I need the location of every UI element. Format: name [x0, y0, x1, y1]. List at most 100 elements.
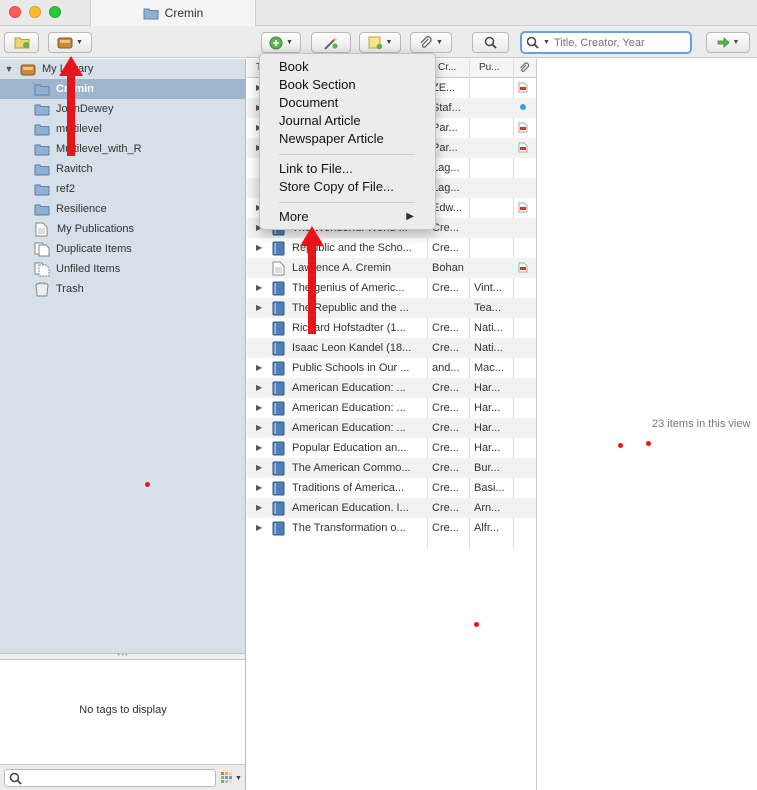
window-title: Cremin: [164, 6, 204, 20]
column-header-publisher[interactable]: Pu...: [479, 62, 500, 73]
item-creator: Cre...: [432, 442, 459, 454]
search-mode-dropdown[interactable]: ▼: [543, 39, 550, 46]
item-publisher: Bur...: [474, 462, 500, 474]
table-row[interactable]: ▶ The American Commo... Cre... Bur...: [247, 458, 536, 478]
table-row[interactable]: Richard Hofstadter (1... Cre... Nati...: [247, 318, 536, 338]
expand-triangle-icon[interactable]: ▶: [256, 283, 262, 292]
close-window-button[interactable]: [9, 6, 21, 18]
item-count-message: 23 items in this view: [652, 418, 751, 430]
annotation-dot: [145, 482, 150, 487]
sidebar-item-my-library[interactable]: ▼ My Library: [0, 59, 245, 79]
disclosure-triangle-icon[interactable]: ▼: [4, 64, 14, 74]
book-icon: [272, 501, 285, 516]
sidebar-item-my-publications[interactable]: My Publications: [0, 219, 245, 239]
item-title: Popular Education an...: [292, 442, 407, 454]
table-row[interactable]: ▶ American Education: ... Cre... Har...: [247, 378, 536, 398]
menu-item-more[interactable]: More ▶: [260, 208, 435, 226]
new-collection-button[interactable]: [4, 32, 39, 53]
item-creator: ZE...: [432, 82, 456, 94]
sidebar-item-resilience[interactable]: Resilience: [0, 199, 245, 219]
menu-item-journal-article[interactable]: Journal Article: [260, 112, 435, 130]
item-creator: Cre...: [432, 422, 459, 434]
table-row[interactable]: Lawrence A. Cremin Bohan: [247, 258, 536, 278]
sidebar-item-ravitch[interactable]: Ravitch: [0, 159, 245, 179]
new-note-button[interactable]: ▼: [359, 32, 401, 53]
expand-triangle-icon[interactable]: ▶: [256, 403, 262, 412]
menu-item-store-copy-of-file[interactable]: Store Copy of File...: [260, 178, 435, 196]
pdf-attachment-icon[interactable]: [518, 82, 528, 93]
magnifier-icon: [484, 36, 497, 49]
sidebar-item-label: Duplicate Items: [56, 243, 132, 255]
search-box[interactable]: ▼: [520, 31, 692, 54]
table-row[interactable]: ▶ American Education: ... Cre... Har...: [247, 418, 536, 438]
item-creator: Cre...: [432, 322, 459, 334]
sidebar-item-cremin[interactable]: Cremin: [0, 79, 245, 99]
table-row[interactable]: ▶ The genius of Americ... Cre... Vint...: [247, 278, 536, 298]
column-header-creator[interactable]: Cr...: [438, 62, 456, 73]
expand-triangle-icon[interactable]: ▶: [256, 423, 262, 432]
item-publisher: Har...: [474, 382, 501, 394]
menu-item-book-section[interactable]: Book Section: [260, 76, 435, 94]
expand-triangle-icon[interactable]: ▶: [256, 523, 262, 532]
new-item-button[interactable]: ▼: [261, 32, 301, 53]
table-row[interactable]: Isaac Leon Kandel (18... Cre... Nati...: [247, 338, 536, 358]
table-row[interactable]: ▶ The Republic and the ... Tea...: [247, 298, 536, 318]
expand-triangle-icon[interactable]: ▶: [256, 503, 262, 512]
add-attachment-button[interactable]: ▼: [410, 32, 452, 53]
chevron-down-icon: ▼: [76, 39, 83, 46]
pane-splitter[interactable]: • • •: [0, 653, 246, 660]
expand-triangle-icon[interactable]: ▶: [256, 363, 262, 372]
sidebar-item-duplicate-items[interactable]: Duplicate Items: [0, 239, 245, 259]
new-library-button[interactable]: ▼: [48, 32, 92, 53]
annotation-dot: [474, 622, 479, 627]
menu-item-newspaper-article[interactable]: Newspaper Article: [260, 130, 435, 148]
sidebar-item-unfiled-items[interactable]: Unfiled Items: [0, 259, 245, 279]
tag-actions-button[interactable]: ▼: [221, 772, 242, 784]
table-row[interactable]: ▶ The Transformation o... Cre... Alfr...: [247, 518, 536, 538]
submenu-arrow-icon: ▶: [406, 211, 414, 222]
menu-item-link-to-file[interactable]: Link to File...: [260, 160, 435, 178]
table-row[interactable]: ▶ Traditions of America... Cre... Basi...: [247, 478, 536, 498]
table-row[interactable]: ▶ American Education: ... Cre... Har...: [247, 398, 536, 418]
sidebar-item-multilevel-with-r[interactable]: Multilevel_with_R: [0, 139, 245, 159]
table-row[interactable]: ▶ American Education. I... Cre... Arn...: [247, 498, 536, 518]
pdf-attachment-icon[interactable]: [518, 122, 528, 133]
zoom-window-button[interactable]: [49, 6, 61, 18]
advanced-search-button[interactable]: [472, 32, 509, 53]
search-icon: [9, 772, 22, 785]
book-icon: [272, 381, 285, 396]
sidebar-item-multilevel[interactable]: multilevel: [0, 119, 245, 139]
menu-item-book[interactable]: Book: [260, 58, 435, 76]
annotation-dot: [618, 443, 623, 448]
expand-triangle-icon[interactable]: ▶: [256, 483, 262, 492]
pdf-attachment-icon[interactable]: [518, 202, 528, 213]
minimize-window-button[interactable]: [29, 6, 41, 18]
pdf-attachment-icon[interactable]: [518, 142, 528, 153]
add-by-identifier-button[interactable]: [311, 32, 351, 53]
sidebar-item-johndewey[interactable]: JohnDewey: [0, 99, 245, 119]
expand-triangle-icon[interactable]: ▶: [256, 243, 262, 252]
locate-button[interactable]: ▼: [706, 32, 750, 53]
pdf-attachment-icon[interactable]: [518, 262, 528, 273]
expand-triangle-icon[interactable]: ▶: [256, 463, 262, 472]
search-input[interactable]: [553, 36, 684, 49]
sidebar-item-ref2[interactable]: ref2: [0, 179, 245, 199]
expand-triangle-icon[interactable]: ▶: [256, 383, 262, 392]
new-collection-icon: [14, 37, 29, 49]
table-row[interactable]: ▶ Public Schools in Our ... and... Mac...: [247, 358, 536, 378]
item-title: American Education: ...: [292, 402, 406, 414]
window-tab[interactable]: Cremin: [90, 0, 256, 26]
table-row[interactable]: ▶ Republic and the Scho... Cre...: [247, 238, 536, 258]
plus-circle-icon: [269, 36, 283, 49]
expand-triangle-icon[interactable]: ▶: [256, 443, 262, 452]
tag-search-input[interactable]: [4, 769, 216, 787]
sidebar-item-trash[interactable]: Trash: [0, 279, 245, 299]
paperclip-icon[interactable]: [519, 62, 530, 74]
folder-icon: [34, 144, 50, 155]
table-row[interactable]: ▶ Popular Education an... Cre... Har...: [247, 438, 536, 458]
menu-item-label: More: [279, 209, 309, 224]
link-attachment-icon[interactable]: [518, 102, 528, 112]
expand-triangle-icon[interactable]: ▶: [256, 303, 262, 312]
item-creator: Cre...: [432, 502, 459, 514]
menu-item-document[interactable]: Document: [260, 94, 435, 112]
